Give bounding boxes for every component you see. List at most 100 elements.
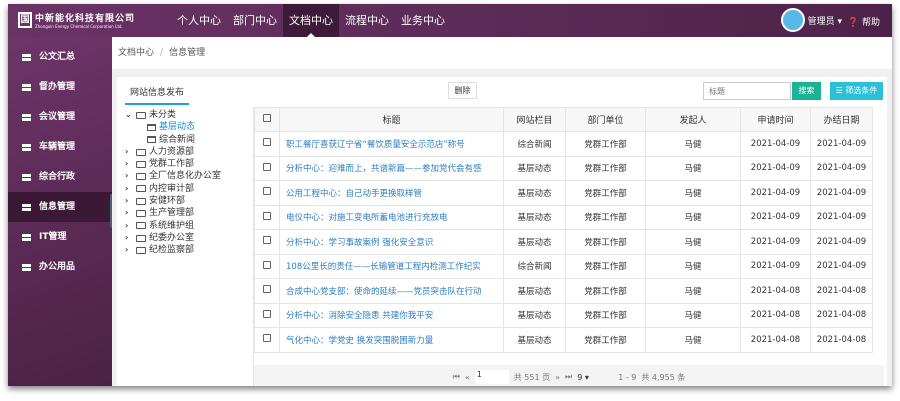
title-search-input[interactable]	[703, 82, 791, 100]
nav-item[interactable]: 流程中心	[339, 4, 395, 37]
select-all-checkbox[interactable]	[263, 114, 271, 122]
tree-label: 纪检监察部	[149, 245, 195, 256]
tree-node[interactable]: 基层动态	[125, 121, 250, 133]
table-row[interactable]: 气化中心：学党史 换发突围脱困新力量 基层动态 党群工作部 马健 2021-04-08 2…	[254, 327, 873, 353]
table-row[interactable]: 合成中心党支部：使命的延续——党员突击队在行动 基层动态 党群工作部 马健 2021-0…	[254, 278, 873, 304]
row-select-cell	[254, 253, 280, 279]
title-link[interactable]: 合成中心党支部：使命的延续——党员突击队在行动	[279, 278, 504, 304]
row-checkbox[interactable]	[263, 236, 271, 245]
sidebar-item[interactable]: 督办管理	[8, 72, 112, 102]
help-label[interactable]: 帮助	[862, 18, 880, 28]
tab-website-info[interactable]: 网站信息发布	[125, 85, 189, 105]
sidebar-item[interactable]: 信息管理	[8, 192, 112, 222]
table-row[interactable]: 电仪中心：对施工变电所蓄电池进行充放电 基层动态 党群工作部 马健 2021-04-09…	[254, 204, 873, 230]
grid-icon	[22, 263, 31, 271]
tree-node[interactable]: › 人力资源部	[125, 146, 250, 158]
table-cell: 基层动态	[503, 204, 566, 230]
sidebar-item[interactable]: 车辆管理	[8, 132, 112, 162]
tree-label: 未分类	[149, 110, 177, 120]
nav-item[interactable]: 文档中心	[283, 4, 339, 37]
sidebar-item[interactable]: 综合行政	[8, 162, 112, 192]
table-cell: 党群工作部	[565, 180, 646, 206]
title-link[interactable]: 电仪中心：对施工变电所蓄电池进行充放电	[279, 204, 504, 230]
title-link[interactable]: 气化中心：学党史 换发突围脱困新力量	[279, 327, 504, 353]
nav-item[interactable]: 个人中心	[171, 4, 227, 37]
column-header[interactable]: 网站栏目	[503, 107, 566, 132]
table-cell: 2021-04-09	[740, 229, 811, 255]
title-link[interactable]: 108公里长的责任——长输管道工程内检测工作纪实	[279, 253, 504, 279]
chevron-down-icon: ⌄	[125, 110, 132, 119]
table-row[interactable]: 职工餐厅喜获辽宁省“餐饮质量安全示范店”称号 综合新闻 党群工作部 马健 2021-04…	[254, 131, 873, 157]
tree-node[interactable]: › 系统维护组	[125, 220, 250, 232]
title-link[interactable]: 分析中心：迎难而上，共谱新篇——参加党代会有感	[279, 155, 504, 181]
page-size-select[interactable]: 9 ▾	[577, 373, 613, 382]
last-page-button[interactable]: ⏭	[565, 372, 572, 382]
title-link[interactable]: 分析中心：消除安全隐患 共建你我平安	[279, 302, 504, 328]
table-row[interactable]: 108公里长的责任——长输管道工程内检测工作纪实 综合新闻 党群工作部 马健 2021-…	[254, 253, 873, 279]
chevron-right-icon: ›	[125, 220, 129, 230]
tree-node[interactable]: 综合新闻	[125, 134, 250, 146]
search-button[interactable]: 搜索	[792, 82, 821, 100]
title-link[interactable]: 分析中心：学习事故案例 强化安全意识	[279, 229, 504, 255]
row-select-cell	[254, 180, 280, 206]
table-header: 标题 网站栏目 部门单位 发起人 申请时间 办结日期	[254, 107, 873, 132]
avatar[interactable]	[780, 8, 805, 32]
sidebar-item-label: IT管理	[39, 232, 67, 242]
column-header[interactable]: 办结日期	[810, 107, 873, 132]
column-header[interactable]: 申请时间	[740, 107, 811, 132]
tree-node[interactable]: › 内控审计部	[125, 183, 250, 195]
column-header[interactable]: 标题	[279, 107, 504, 132]
sidebar-item[interactable]: IT管理	[8, 222, 112, 252]
tree-node[interactable]: › 纪检监察部	[125, 244, 250, 256]
column-header[interactable]: 部门单位	[565, 107, 646, 132]
row-checkbox[interactable]	[263, 162, 271, 171]
filter-button[interactable]: ☰ 筛选条件	[830, 82, 883, 100]
table-cell: 2021-04-09	[810, 229, 873, 255]
row-checkbox[interactable]	[263, 138, 271, 147]
row-checkbox[interactable]	[263, 334, 271, 343]
page-input[interactable]: 1	[474, 370, 509, 384]
sidebar-item[interactable]: 公文汇总	[8, 42, 112, 72]
user-menu[interactable]: 管理员 ▾	[780, 8, 842, 32]
nav-item[interactable]: 部门中心	[227, 4, 283, 37]
table-row[interactable]: 分析中心：消除安全隐患 共建你我平安 基层动态 党群工作部 马健 2021-04-08 2…	[254, 302, 873, 328]
nav-item[interactable]: 业务中心	[395, 4, 451, 37]
tree-node[interactable]: › 党群工作部	[125, 158, 250, 170]
breadcrumb-root[interactable]: 文档中心	[118, 48, 154, 58]
tree-node[interactable]: › 纪委办公室	[125, 232, 250, 244]
logo-mark-icon: 国	[18, 12, 32, 28]
table-cell: 马健	[645, 180, 741, 206]
table-cell: 2021-04-09	[810, 131, 873, 157]
sidebar-item[interactable]: 办公用品	[8, 252, 112, 282]
prev-page-button[interactable]: «	[465, 373, 470, 382]
tree-node-root[interactable]: ⌄ 未分类	[125, 109, 250, 121]
pagination: ⏮ « 1 共 551 页 » ⏭ 9 ▾ 1 - 9 共 4,955 条	[254, 365, 884, 386]
user-name[interactable]: 管理员 ▾	[808, 14, 842, 27]
table-row[interactable]: 公用工程中心：自己动手更换取样管 基层动态 党群工作部 马健 2021-04-09 202…	[254, 180, 873, 206]
tree-node[interactable]: › 安健环部	[125, 195, 250, 207]
main-content: 文档中心/信息管理 网站信息发布 删除 搜索 ☰ 筛选条件 ⌄未分类基层动态综合…	[112, 37, 892, 386]
help-link[interactable]: ❓ 帮助	[848, 15, 880, 28]
tree-node[interactable]: › 生产管理部	[125, 207, 250, 219]
row-checkbox[interactable]	[263, 285, 271, 294]
table-cell: 2021-04-09	[810, 204, 873, 230]
column-header[interactable]: 发起人	[645, 107, 741, 132]
table-cell: 马健	[645, 327, 741, 353]
table-cell: 马健	[645, 302, 741, 328]
table-cell: 2021-04-09	[740, 204, 811, 230]
tree-node[interactable]: › 全厂信息化办公室	[125, 170, 250, 182]
title-link[interactable]: 公用工程中心：自己动手更换取样管	[279, 180, 504, 206]
table-row[interactable]: 分析中心：迎难而上，共谱新篇——参加党代会有感 基层动态 党群工作部 马健 2021-0…	[254, 155, 873, 181]
title-link[interactable]: 职工餐厅喜获辽宁省“餐饮质量安全示范店”称号	[279, 131, 504, 157]
folder-icon	[136, 173, 146, 181]
row-checkbox[interactable]	[263, 260, 271, 269]
first-page-button[interactable]: ⏮	[453, 372, 460, 382]
row-checkbox[interactable]	[263, 309, 271, 318]
table-row[interactable]: 分析中心：学习事故案例 强化安全意识 基层动态 党群工作部 马健 2021-04-09 2…	[254, 229, 873, 255]
next-page-button[interactable]: »	[555, 373, 560, 382]
sidebar-item-label: 车辆管理	[39, 142, 76, 152]
row-checkbox[interactable]	[263, 211, 271, 220]
delete-button[interactable]: 删除	[448, 82, 477, 99]
sidebar-item[interactable]: 会议管理	[8, 102, 112, 132]
row-checkbox[interactable]	[263, 187, 271, 196]
